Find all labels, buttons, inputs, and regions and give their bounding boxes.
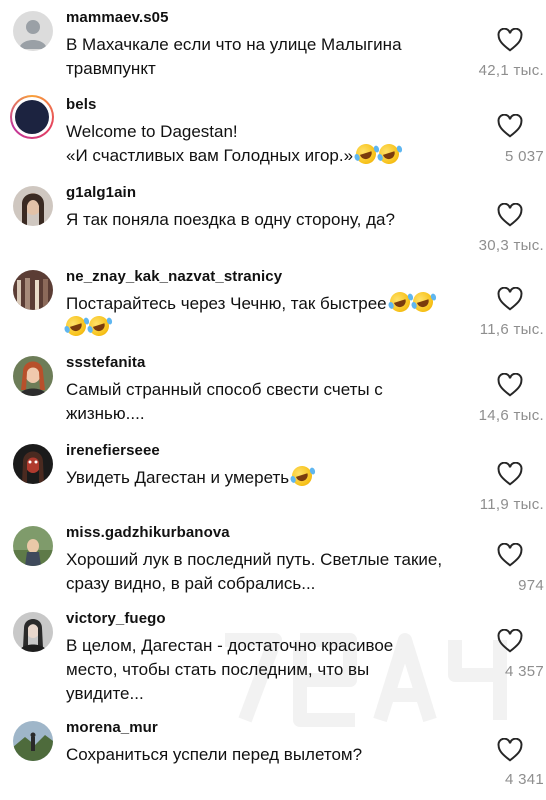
rofl-emoji-icon (86, 313, 112, 339)
comment-text: Welcome to Dagestan! «И счастливых вам Г… (66, 120, 476, 168)
like-button[interactable] (497, 629, 523, 653)
comment-username[interactable]: g1alg1ain (66, 184, 136, 201)
avatar[interactable] (13, 721, 53, 761)
comment-text: Увидеть Дагестан и умереть (66, 463, 476, 490)
comment-text: Я так поняла поездка в одну сторону, да? (66, 210, 395, 229)
comment-username[interactable]: bels (66, 96, 96, 113)
heart-outline-icon (497, 287, 523, 311)
heart-outline-icon (497, 373, 523, 397)
comment-text: Постарайтесь через Чечню, так быстрее (63, 289, 476, 340)
like-count: 30,3 тыс. (478, 237, 544, 254)
avatar[interactable] (13, 526, 53, 566)
comment-username[interactable]: irenefierseee (66, 442, 160, 459)
heart-outline-icon (497, 203, 523, 227)
rofl-emoji-icon (410, 289, 436, 315)
avatar[interactable] (13, 356, 53, 396)
comment-username[interactable]: morena_mur (66, 719, 158, 736)
like-button[interactable] (497, 373, 523, 397)
like-button[interactable] (497, 287, 523, 311)
like-count: 11,6 тыс. (479, 321, 544, 338)
heart-outline-icon (497, 543, 523, 567)
like-button[interactable] (497, 543, 523, 567)
like-button[interactable] (497, 114, 523, 138)
comment-text: В Махачкале если что на улице Малыгина т… (66, 35, 402, 78)
avatar[interactable] (13, 444, 53, 484)
like-count: 14,6 тыс. (478, 407, 544, 424)
comment-text: В целом, Дагестан - достаточно красивое … (66, 636, 394, 703)
like-count: 11,9 тыс. (479, 496, 544, 513)
avatar[interactable] (13, 612, 53, 652)
heart-outline-icon (497, 629, 523, 653)
like-count: 5 037 (504, 148, 544, 165)
rofl-emoji-icon (63, 313, 89, 339)
like-count: 974 (518, 577, 544, 594)
avatar[interactable] (10, 95, 54, 139)
comment-text: Самый странный способ свести счеты с жиз… (66, 380, 383, 423)
comment-text: Сохраниться успели перед вылетом? (66, 745, 363, 764)
comment-text: Хороший лук в последний путь. Светлые та… (66, 550, 443, 593)
rofl-emoji-icon (387, 289, 413, 315)
heart-outline-icon (497, 738, 523, 762)
like-button[interactable] (497, 738, 523, 762)
like-count: 4 341 (504, 771, 544, 788)
like-count: 4 357 (504, 663, 544, 680)
like-count: 42,1 тыс. (478, 62, 544, 79)
comment-username[interactable]: victory_fuego (66, 610, 166, 627)
rofl-emoji-icon (376, 141, 402, 167)
comment-username[interactable]: ne_znay_kak_nazvat_stranicy (66, 268, 282, 285)
heart-outline-icon (497, 28, 523, 52)
avatar[interactable] (13, 186, 53, 226)
like-button[interactable] (497, 28, 523, 52)
rofl-emoji-icon (289, 463, 315, 489)
like-button[interactable] (497, 462, 523, 486)
avatar[interactable] (13, 270, 53, 310)
comment-username[interactable]: mammaev.s05 (66, 9, 169, 26)
heart-outline-icon (497, 114, 523, 138)
like-button[interactable] (497, 203, 523, 227)
avatar[interactable] (13, 11, 53, 51)
heart-outline-icon (497, 462, 523, 486)
rofl-emoji-icon (353, 141, 379, 167)
comment-username[interactable]: ssstefanita (66, 354, 145, 371)
comment-username[interactable]: miss.gadzhikurbanova (66, 524, 230, 541)
